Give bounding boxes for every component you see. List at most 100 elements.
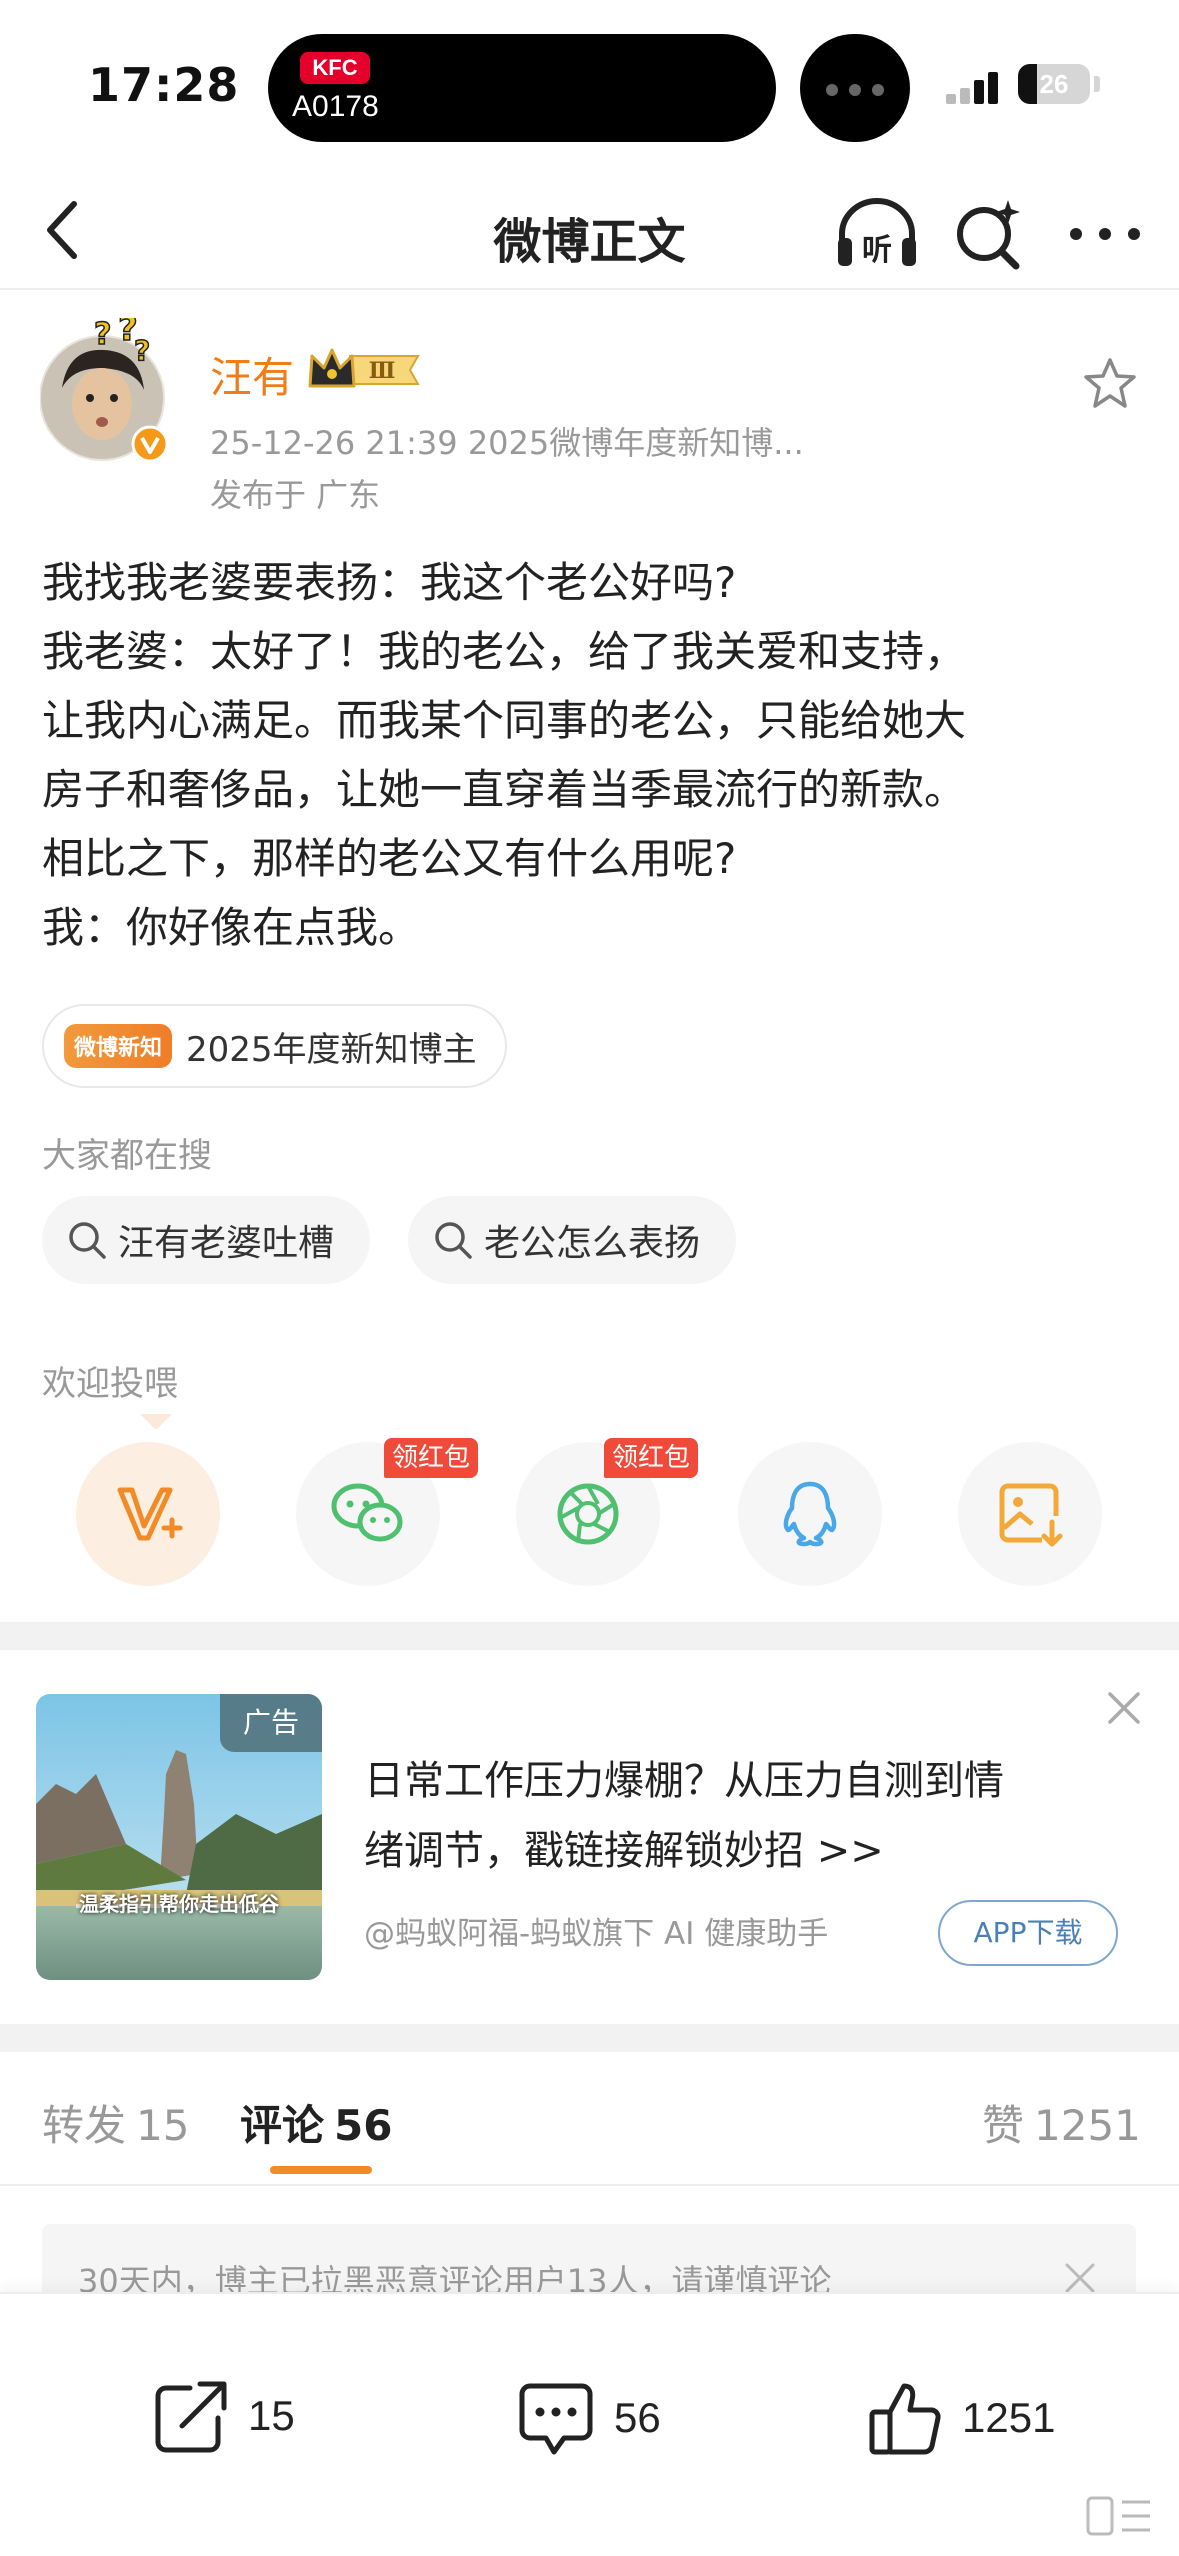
tab-comments[interactable]: 评论 56 [240, 2092, 392, 2153]
ad-title-line: 绪调节，戳链接解锁妙招 >> [364, 1828, 884, 1874]
ad-source: @蚂蚁阿福-蚂蚁旗下 AI 健康助手 [364, 1916, 829, 1952]
cellular-signal-icon [946, 70, 1002, 104]
svg-text:?: ? [94, 318, 111, 352]
post-line: 相比之下，那样的老公又有什么用呢? [42, 834, 737, 883]
app-download-button[interactable]: APP下载 [938, 1900, 1118, 1966]
topic-tag-chip[interactable]: 微博新知 2025年度新知博主 [42, 1004, 507, 1088]
tab-count: 15 [136, 2101, 190, 2150]
more-button[interactable] [1060, 194, 1150, 274]
float-window-button[interactable] [1086, 2494, 1152, 2540]
tab-count: 56 [334, 2101, 393, 2150]
save-image-button[interactable] [958, 1442, 1102, 1586]
save-image-icon [999, 1483, 1063, 1547]
post-content: 我找我老婆要表扬：我这个老公好吗? 我老婆：太好了！我的老公，给了我关爱和支持，… [42, 548, 1142, 962]
back-button[interactable] [28, 190, 108, 270]
ad-label: 广告 [220, 1694, 322, 1752]
bottom-action-bar: 15 56 1251 [0, 2292, 1179, 2556]
author-avatar[interactable]: ? ? ? [39, 308, 170, 466]
share-arrow-icon [155, 2381, 227, 2453]
search-icon [69, 1222, 106, 1259]
qq-penguin-icon [783, 1481, 837, 1547]
comment-bubble-icon [519, 2383, 593, 2455]
dynamic-island[interactable] [268, 34, 776, 142]
tabs-divider [0, 2184, 1179, 2186]
repost-count: 15 [248, 2392, 295, 2439]
tab-label: 赞 [982, 2101, 1025, 2150]
search-button[interactable] [950, 194, 1030, 274]
tray-pointer [140, 1414, 172, 1430]
chevron-left-icon [47, 201, 77, 259]
status-time: 17:28 [88, 58, 240, 112]
dot-icon [872, 84, 884, 96]
red-packet-badge: 领红包 [384, 1438, 479, 1478]
comment-action[interactable]: 56 [516, 2378, 661, 2458]
v-plus-icon [117, 1487, 183, 1541]
listen-button[interactable]: 听 [832, 194, 922, 274]
post-line: 我找我老婆要表扬：我这个老公好吗? [42, 558, 737, 607]
post-line: 房子和奢侈品，让她一直穿着当季最流行的新款。 [42, 765, 967, 814]
close-icon [1108, 1692, 1140, 1724]
ad-title[interactable]: 日常工作压力爆棚？从压力自测到情 绪调节，戳链接解锁妙招 >> [364, 1746, 1104, 1886]
share-tray-label: 欢迎投喂 [42, 1364, 178, 1404]
author-name[interactable]: 汪有 [210, 344, 294, 405]
share-to-weibo-button[interactable] [76, 1442, 220, 1586]
avatar-image: ? ? ? [39, 308, 169, 463]
more-dots-icon [1070, 228, 1140, 240]
crown-vip-icon: Ⅲ [308, 348, 420, 388]
search-sparkle-icon [957, 200, 1020, 270]
wechat-icon [331, 1483, 403, 1542]
kfc-logo-badge: KFC [300, 52, 370, 84]
tag-text: 2025年度新知博主 [186, 1029, 477, 1070]
tab-likes[interactable]: 赞 1251 [982, 2092, 1141, 2153]
svg-text:?: ? [134, 334, 150, 367]
moments-aperture-icon [557, 1483, 619, 1545]
vip-badge[interactable]: Ⅲ [306, 346, 426, 394]
close-icon [1065, 2263, 1095, 2293]
search-suggestion-chip[interactable]: 汪有老婆吐槽 [42, 1196, 371, 1284]
top-nav-bar: 微博正文 听 [0, 170, 1179, 290]
share-to-qq-button[interactable] [738, 1442, 882, 1586]
dot-icon [849, 84, 861, 96]
post-line: 让我内心满足。而我某个同事的老公，只能给她大 [42, 696, 967, 745]
search-chip-label: 汪有老婆吐槽 [118, 1223, 335, 1264]
like-action[interactable]: 1251 [866, 2378, 1055, 2458]
post-line: 我：你好像在点我。 [42, 903, 421, 952]
tab-reposts[interactable]: 转发 15 [42, 2092, 189, 2153]
section-divider [0, 1622, 1179, 1650]
favorite-button[interactable] [1080, 354, 1140, 414]
hot-search-label: 大家都在搜 [42, 1136, 212, 1176]
search-icon [435, 1222, 472, 1259]
headphones-icon: 听 [838, 198, 916, 268]
like-count: 1251 [962, 2394, 1056, 2441]
red-packet-badge: 领红包 [604, 1438, 699, 1478]
tag-badge: 微博新知 [64, 1024, 173, 1068]
post-location: 发布于 广东 [210, 476, 381, 514]
dot-icon [826, 84, 838, 96]
tab-count: 1251 [1034, 2101, 1141, 2150]
section-divider [0, 2024, 1179, 2052]
ad-image-caption: 温柔指引帮你走出低谷 [79, 1892, 279, 1916]
battery-level: 26 [1039, 69, 1069, 99]
thumbs-up-icon [869, 2383, 941, 2455]
repost-action[interactable]: 15 [150, 2378, 295, 2454]
status-bar: 17:28 KFC A0178 26 [0, 0, 1179, 160]
notice-close-button[interactable] [1062, 2260, 1098, 2296]
battery-icon: 26 [1018, 64, 1090, 104]
ad-close-button[interactable] [1102, 1686, 1146, 1730]
listen-label: 听 [862, 233, 892, 268]
comment-count: 56 [614, 2394, 661, 2441]
dynamic-island-secondary[interactable] [800, 34, 910, 142]
live-activity-order-code: A0178 [292, 90, 379, 123]
search-chip-label: 老公怎么表扬 [484, 1223, 701, 1264]
star-icon [1084, 358, 1136, 408]
search-suggestion-chip[interactable]: 老公怎么表扬 [408, 1196, 737, 1284]
battery-tip [1094, 76, 1100, 92]
tab-label: 评论 [240, 2101, 325, 2150]
vip-level: Ⅲ [369, 358, 396, 384]
tab-label: 转发 [42, 2101, 127, 2150]
active-tab-indicator [270, 2166, 372, 2174]
list-layout-icon [1086, 2496, 1150, 2536]
ad-title-line: 日常工作压力爆棚？从压力自测到情 [364, 1758, 1004, 1804]
post-meta: 25-12-26 21:39 2025微博年度新知博... [210, 424, 804, 462]
post-line: 我老婆：太好了！我的老公，给了我关爱和支持， [42, 627, 967, 676]
